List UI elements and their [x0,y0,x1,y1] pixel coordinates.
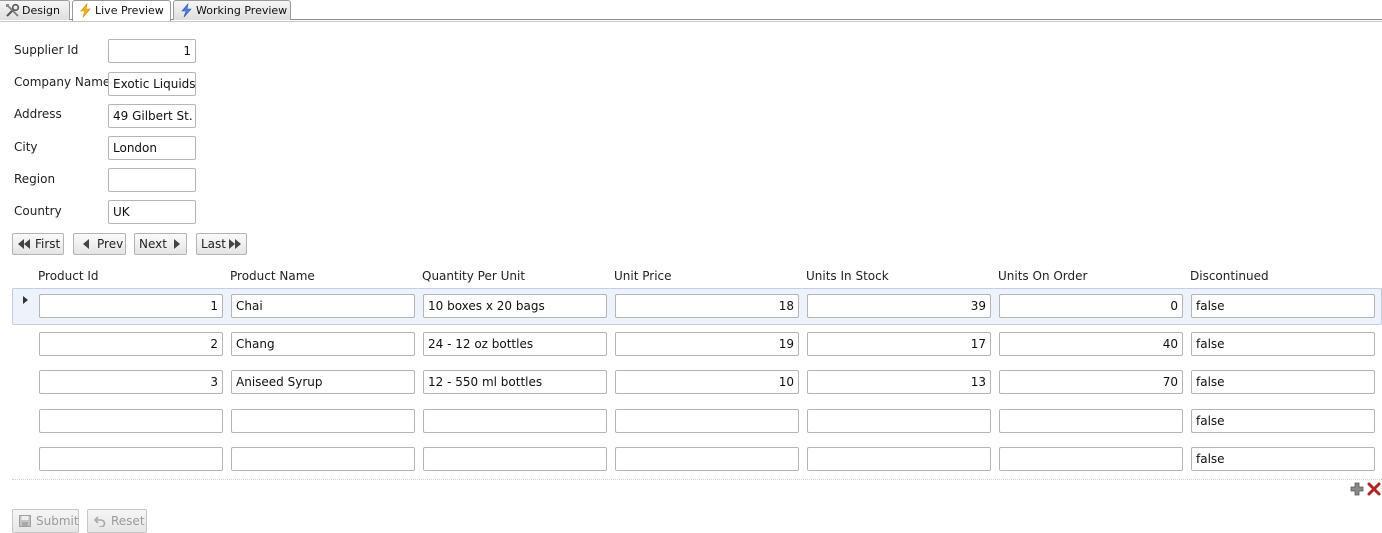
column-header-quantity-per-unit: Quantity Per Unit [422,269,526,283]
first-button-label: First [35,237,61,251]
next-button-label: Next [139,237,167,251]
column-header-product-name: Product Name [230,269,315,283]
cell-product-name[interactable] [231,447,415,471]
country-label: Country [14,204,62,218]
last-button-label: Last [201,237,226,251]
delete-row-icon[interactable] [1367,482,1381,496]
tab-label: Live Preview [95,4,164,17]
supplier-id-label: Supplier Id [14,43,79,57]
last-button[interactable]: Last [196,233,247,255]
tab-working-preview[interactable]: Working Preview [173,0,291,20]
column-header-units-in-stock: Units In Stock [806,269,889,283]
save-icon [19,515,31,527]
cell-discontinued[interactable]: false [1191,447,1375,471]
cell-units-in-stock[interactable] [807,409,991,433]
cell-product-id[interactable]: 3 [39,370,223,394]
cell-quantity-per-unit[interactable] [423,447,607,471]
double-left-arrow-icon [18,239,30,249]
cell-product-name[interactable] [231,409,415,433]
cell-units-on-order[interactable] [999,447,1183,471]
column-header-unit-price: Unit Price [614,269,672,283]
cell-product-id[interactable]: 2 [39,332,223,356]
cell-quantity-per-unit[interactable]: 12 - 550 ml bottles [423,370,607,394]
region-label: Region [14,172,56,186]
cell-product-id[interactable]: 1 [39,294,223,318]
tab-design[interactable]: Design [0,0,70,20]
cell-units-on-order[interactable]: 40 [999,332,1183,356]
submit-button[interactable]: Submit [12,509,79,533]
column-header-product-id: Product Id [38,269,99,283]
cell-units-in-stock[interactable]: 17 [807,332,991,356]
cell-quantity-per-unit[interactable]: 10 boxes x 20 bags [423,294,607,318]
tab-strip: Design Live Preview Working Preview [0,0,1382,24]
cell-product-name[interactable]: Aniseed Syrup [231,370,415,394]
cell-product-id[interactable] [39,409,223,433]
city-field[interactable]: London [108,136,196,160]
address-field[interactable]: 49 Gilbert St. [108,104,196,128]
tools-icon [6,3,20,17]
company-name-label: Company Name [14,75,111,89]
tab-strip-border-inner [0,21,1382,22]
cell-units-on-order[interactable]: 70 [999,370,1183,394]
column-header-units-on-order: Units On Order [998,269,1088,283]
cell-unit-price[interactable]: 19 [615,332,799,356]
cell-units-in-stock[interactable]: 39 [807,294,991,318]
lightning-icon [181,3,192,18]
lightning-icon [80,3,91,18]
left-arrow-icon [83,239,89,249]
grid-bottom-divider [12,479,1382,480]
next-button[interactable]: Next [134,233,187,255]
reset-button[interactable]: Reset [87,509,147,533]
cell-quantity-per-unit[interactable]: 24 - 12 oz bottles [423,332,607,356]
tab-label: Design [22,4,60,17]
double-right-arrow-icon [229,239,241,249]
cell-discontinued[interactable]: false [1191,332,1375,356]
cell-units-on-order[interactable] [999,409,1183,433]
cell-units-in-stock[interactable]: 13 [807,370,991,394]
submit-button-label: Submit [36,514,79,528]
cell-unit-price[interactable] [615,409,799,433]
address-label: Address [14,107,62,121]
reset-button-label: Reset [111,514,145,528]
cell-discontinued[interactable]: false [1191,370,1375,394]
cell-units-on-order[interactable]: 0 [999,294,1183,318]
cell-quantity-per-unit[interactable] [423,409,607,433]
supplier-id-field[interactable]: 1 [108,39,196,63]
undo-icon [94,516,106,527]
first-button[interactable]: First [12,233,64,255]
company-name-field[interactable]: Exotic Liquids [108,72,196,96]
prev-button[interactable]: Prev [73,233,126,255]
tab-label: Working Preview [196,4,288,17]
cell-product-name[interactable]: Chang [231,332,415,356]
column-header-discontinued: Discontinued [1190,269,1269,283]
region-field[interactable] [108,168,196,192]
add-row-icon[interactable] [1350,482,1364,496]
cell-unit-price[interactable] [615,447,799,471]
cell-discontinued[interactable]: false [1191,294,1375,318]
cell-discontinued[interactable]: false [1191,409,1375,433]
cell-unit-price[interactable]: 18 [615,294,799,318]
right-arrow-icon [174,239,180,249]
cell-product-name[interactable]: Chai [231,294,415,318]
prev-button-label: Prev [97,237,124,251]
city-label: City [14,140,38,154]
cell-product-id[interactable] [39,447,223,471]
row-pointer-icon [23,296,28,304]
cell-units-in-stock[interactable] [807,447,991,471]
tab-live-preview[interactable]: Live Preview [72,0,171,21]
cell-unit-price[interactable]: 10 [615,370,799,394]
country-field[interactable]: UK [108,200,196,224]
